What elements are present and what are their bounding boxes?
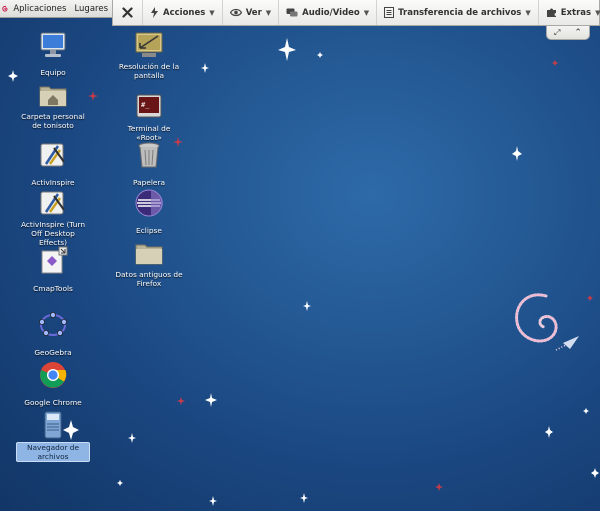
desktop-icon-display-resolution[interactable]: Resolución de la pantalla (112, 30, 186, 82)
home-folder-icon (39, 86, 67, 107)
wallpaper-stars (8, 38, 599, 506)
icon-label: Datos antiguos de Firefox (115, 270, 183, 288)
icon-label: ActivInspire (Turn Off Desktop Effects) (20, 220, 86, 247)
desktop-icon-trash[interactable]: Papelera (112, 140, 186, 189)
desktop-icon-google-chrome[interactable]: Google Chrome (16, 360, 90, 409)
file-browser-icon (44, 411, 62, 439)
svg-text:#_: #_ (141, 101, 150, 109)
geogebra-icon (39, 312, 67, 336)
desktop-icon-geogebra[interactable]: GeoGebra (16, 310, 90, 359)
icon-label: CmapTools (33, 284, 73, 293)
desktop-icon-old-firefox-data[interactable]: Datos antiguos de Firefox (112, 238, 186, 290)
icon-label: Resolución de la pantalla (118, 62, 180, 80)
activinspire-icon (40, 143, 65, 167)
folder-icon (135, 244, 163, 265)
desktop-icon-root-terminal[interactable]: #_ Terminal de «Root» (112, 92, 186, 144)
icon-label: ActivInspire (31, 178, 75, 187)
desktop-icon-equipo[interactable]: Equipo (16, 30, 90, 79)
icon-label: GeoGebra (34, 348, 72, 357)
computer-icon (40, 32, 66, 57)
cmaptools-icon (41, 246, 68, 274)
desktop-icon-activinspire[interactable]: ActivInspire (16, 140, 90, 189)
display-settings-icon (135, 32, 163, 57)
icon-label: Eclipse (136, 226, 162, 235)
icon-label: Carpeta personal de tonisoto (21, 112, 85, 130)
icon-label: Papelera (132, 178, 166, 187)
icon-label: Equipo (40, 68, 66, 77)
desktop-icon-eclipse[interactable]: Eclipse (112, 188, 186, 237)
trash-icon (138, 142, 160, 168)
terminal-icon: #_ (136, 94, 162, 118)
debian-swirl-graphic (515, 293, 579, 351)
icon-label: Google Chrome (24, 398, 82, 407)
chrome-icon (40, 362, 67, 388)
desktop-icon-activinspire-no-effects[interactable]: ActivInspire (Turn Off Desktop Effects) (16, 188, 90, 249)
desktop-icon-home-folder[interactable]: Carpeta personal de tonisoto (16, 80, 90, 132)
desktop-icon-file-browser[interactable]: Navegador de archivos (16, 410, 90, 463)
icon-label: Navegador de archivos (16, 442, 90, 462)
activinspire-icon (40, 191, 65, 215)
eclipse-icon (135, 189, 163, 217)
desktop-icon-cmaptools[interactable]: CmapTools (16, 246, 90, 295)
desktop: { "panel": { "menus": ["Aplicaciones", "… (0, 0, 600, 511)
